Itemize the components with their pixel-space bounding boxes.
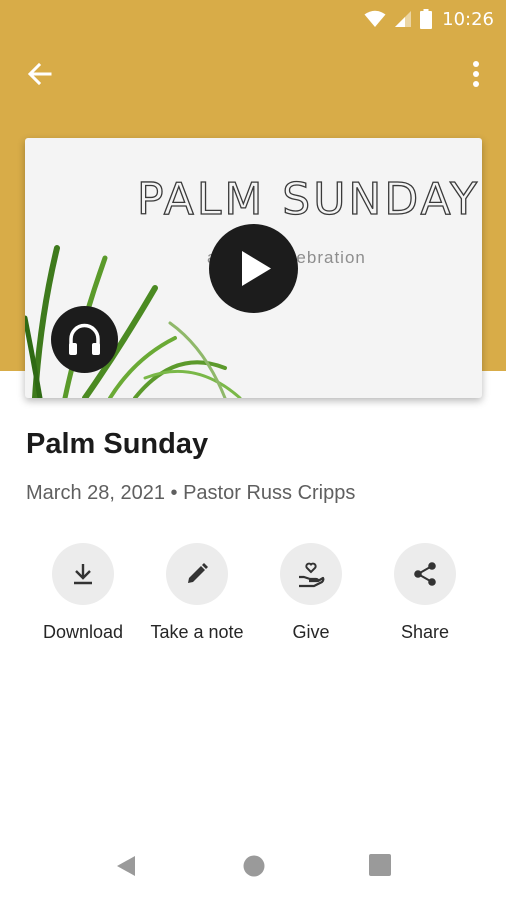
system-nav-bar — [0, 832, 506, 900]
give-icon-circle — [280, 543, 342, 605]
headphones-icon — [69, 323, 100, 355]
sermon-title: Palm Sunday — [26, 428, 209, 460]
download-icon-circle — [52, 543, 114, 605]
download-label: Download — [42, 622, 124, 642]
take-a-note-button[interactable]: Take a note — [137, 543, 257, 643]
audio-button[interactable] — [51, 306, 118, 373]
download-icon — [74, 564, 92, 585]
nav-recents-button[interactable] — [369, 854, 391, 881]
take-a-note-label: Take a note — [150, 622, 244, 642]
sermon-date-speaker: March 28, 2021 • Pastor Russ Cripps — [26, 482, 356, 504]
play-icon — [242, 251, 271, 286]
share-icon-circle — [394, 543, 456, 605]
give-button[interactable]: Give — [251, 543, 371, 643]
nav-recents-icon — [369, 854, 391, 876]
thumbnail-title: PALM SUNDAY — [136, 173, 480, 225]
note-icon-circle — [166, 543, 228, 605]
nav-home-button[interactable] — [242, 854, 266, 883]
arrow-back-icon — [27, 62, 52, 86]
give-hand-heart-icon — [299, 562, 325, 588]
action-row: Download Take a note Give Share — [0, 543, 506, 653]
give-label: Give — [292, 622, 330, 642]
play-button[interactable] — [209, 224, 298, 313]
share-label: Share — [400, 622, 450, 642]
sermon-thumbnail[interactable]: PALM SUNDAY a fresh celebration — [25, 138, 482, 398]
wifi-icon — [364, 10, 386, 27]
share-button[interactable]: Share — [365, 543, 485, 643]
share-icon — [414, 562, 436, 586]
download-button[interactable]: Download — [23, 543, 143, 643]
pencil-icon — [188, 563, 208, 583]
status-time: 10:26 — [442, 8, 494, 30]
nav-back-button[interactable] — [114, 854, 138, 883]
nav-back-icon — [117, 856, 135, 876]
status-bar: 10:26 — [0, 0, 506, 38]
more-vert-icon — [473, 61, 479, 87]
battery-icon — [420, 9, 433, 29]
more-options-button[interactable] — [462, 56, 490, 92]
back-button[interactable] — [22, 56, 58, 92]
nav-home-icon — [243, 855, 265, 877]
signal-icon — [395, 11, 412, 27]
